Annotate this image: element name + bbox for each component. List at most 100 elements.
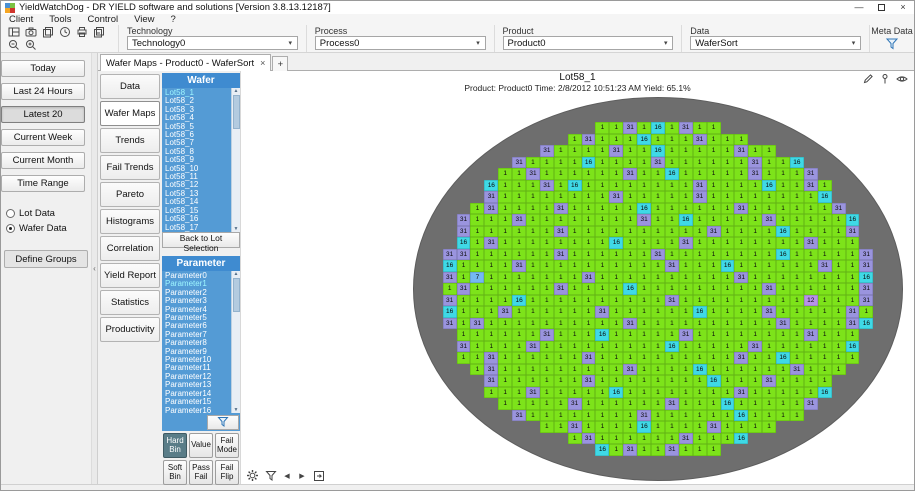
die-cell[interactable]: 1: [803, 363, 818, 376]
die-cell[interactable]: 1: [776, 386, 790, 399]
die-cell[interactable]: 31: [498, 306, 513, 318]
die-cell[interactable]: 1: [623, 145, 638, 157]
die-cell[interactable]: 1: [526, 202, 540, 215]
die-cell[interactable]: 1: [637, 375, 652, 387]
die-cell[interactable]: 1: [762, 386, 777, 399]
die-cell[interactable]: 1: [539, 352, 554, 364]
die-cell[interactable]: 16: [845, 214, 860, 226]
die-cell[interactable]: 1: [789, 248, 804, 261]
die-cell[interactable]: 1: [609, 283, 624, 295]
die-cell[interactable]: 1: [623, 271, 638, 284]
die-cell[interactable]: 1: [720, 179, 735, 192]
die-cell[interactable]: 1: [456, 294, 471, 307]
die-cell[interactable]: 16: [567, 179, 582, 192]
die-cell[interactable]: 1: [776, 375, 790, 387]
die-cell[interactable]: 1: [553, 352, 568, 364]
die-cell[interactable]: 1: [776, 237, 790, 249]
die-cell[interactable]: 1: [664, 202, 679, 215]
die-cell[interactable]: 1: [831, 363, 846, 376]
die-cell[interactable]: 1: [651, 409, 665, 422]
die-cell[interactable]: 1: [484, 225, 499, 238]
die-cell[interactable]: 1: [609, 375, 624, 387]
die-cell[interactable]: 1: [664, 248, 679, 261]
die-cell[interactable]: 1: [498, 260, 513, 272]
die-cell[interactable]: 31: [456, 340, 471, 353]
die-cell[interactable]: 1: [651, 294, 665, 307]
die-cell[interactable]: 1: [553, 179, 568, 192]
die-cell[interactable]: 1: [512, 306, 527, 318]
die-cell[interactable]: 1: [567, 306, 582, 318]
die-cell[interactable]: 1: [595, 409, 610, 422]
die-cell[interactable]: 1: [831, 317, 846, 330]
wafer-list-scrollbar[interactable]: ▲ ▼: [231, 88, 240, 232]
die-cell[interactable]: 1: [831, 214, 846, 226]
die-cell[interactable]: 31: [484, 202, 499, 215]
die-cell[interactable]: 1: [623, 214, 638, 226]
die-cell[interactable]: 1: [692, 340, 707, 353]
die-cell[interactable]: 31: [651, 248, 665, 261]
window-layout-icon[interactable]: [5, 26, 22, 39]
die-cell[interactable]: 1: [720, 283, 735, 295]
die-cell[interactable]: 31: [803, 398, 818, 410]
die-cell[interactable]: 1: [720, 168, 735, 180]
die-cell[interactable]: 1: [789, 179, 804, 192]
die-cell[interactable]: 1: [526, 156, 540, 169]
die-cell[interactable]: 1: [734, 283, 749, 295]
die-cell[interactable]: 31: [581, 432, 596, 445]
die-cell[interactable]: 16: [692, 306, 707, 318]
die-cell[interactable]: 31: [526, 340, 540, 353]
die-cell[interactable]: 1: [526, 214, 540, 226]
die-cell[interactable]: 1: [817, 214, 832, 226]
menu-item-view[interactable]: View: [126, 14, 162, 25]
die-cell[interactable]: 1: [706, 294, 721, 307]
die-cell[interactable]: 16: [706, 375, 721, 387]
die-cell[interactable]: 1: [539, 398, 554, 410]
die-cell[interactable]: 1: [609, 352, 624, 364]
die-cell[interactable]: 1: [484, 214, 499, 226]
die-cell[interactable]: 1: [651, 363, 665, 376]
die-cell[interactable]: 1: [498, 283, 513, 295]
die-cell[interactable]: 1: [720, 202, 735, 215]
die-cell[interactable]: 1: [609, 202, 624, 215]
die-cell[interactable]: 1: [470, 214, 485, 226]
die-cell[interactable]: 16: [734, 409, 749, 422]
combo-data[interactable]: WaferSort ▾: [690, 36, 861, 50]
die-cell[interactable]: 1: [553, 386, 568, 399]
die-cell[interactable]: 1: [637, 145, 652, 157]
die-cell[interactable]: 1: [720, 145, 735, 157]
die-cell[interactable]: 1: [539, 260, 554, 272]
die-cell[interactable]: 1: [734, 375, 749, 387]
mode-button-pass-fail[interactable]: Pass Fail: [189, 460, 213, 485]
die-cell[interactable]: 1: [637, 122, 652, 134]
die-cell[interactable]: 31: [623, 168, 638, 180]
die-cell[interactable]: 1: [789, 225, 804, 238]
back-to-lot-selection-button[interactable]: Back to Lot Selection: [162, 232, 240, 253]
die-cell[interactable]: 1: [567, 409, 582, 422]
die-cell[interactable]: 1: [831, 248, 846, 261]
die-cell[interactable]: 1: [637, 191, 652, 203]
die-cell[interactable]: 1: [734, 398, 749, 410]
die-cell[interactable]: 1: [692, 352, 707, 364]
die-cell[interactable]: 1: [664, 306, 679, 318]
die-cell[interactable]: 1: [651, 168, 665, 180]
die-cell[interactable]: 1: [512, 317, 527, 330]
die-cell[interactable]: 1: [637, 271, 652, 284]
die-cell[interactable]: 16: [776, 352, 790, 364]
die-cell[interactable]: 1: [553, 375, 568, 387]
die-cell[interactable]: 1: [595, 294, 610, 307]
die-cell[interactable]: 1: [762, 317, 777, 330]
die-cell[interactable]: 1: [817, 317, 832, 330]
die-cell[interactable]: 1: [734, 225, 749, 238]
history-icon[interactable]: [56, 26, 73, 39]
die-cell[interactable]: 31: [526, 386, 540, 399]
die-cell[interactable]: 1: [776, 191, 790, 203]
die-cell[interactable]: 31: [859, 294, 874, 307]
die-cell[interactable]: 1: [609, 122, 624, 134]
die-cell[interactable]: 1: [567, 329, 582, 341]
die-cell[interactable]: 1: [720, 271, 735, 284]
die-cell[interactable]: 1: [831, 283, 846, 295]
die-cell[interactable]: 1: [553, 317, 568, 330]
prev-arrow[interactable]: ◀: [282, 472, 292, 480]
time-button-today[interactable]: Today: [1, 60, 85, 77]
die-cell[interactable]: 1: [498, 352, 513, 364]
